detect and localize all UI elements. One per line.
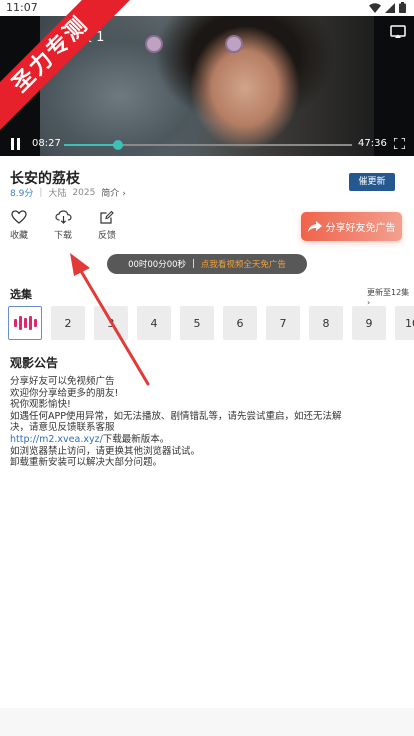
page: 11:07 荔枝 1 08:27 47:36 — [0, 0, 414, 736]
notice-title: 观影公告 — [10, 356, 59, 370]
episodes-more-link[interactable]: 更新至12集 › — [367, 287, 414, 307]
wifi-icon — [369, 2, 381, 13]
show-year: 2025 — [72, 187, 96, 198]
notice-line: 卸载重新安装可以解决大部分问题。 — [10, 457, 163, 469]
ad-timer-pill[interactable]: 00时00分00秒 | 点我看视频全天免广告 — [107, 254, 307, 274]
duration: 47:36 — [358, 138, 387, 149]
seek-progress — [64, 144, 118, 146]
episode-item[interactable]: 6 — [223, 306, 257, 340]
notice-line: 祝你观影愉快! — [10, 399, 71, 411]
episode-item[interactable]: 10 — [395, 306, 414, 340]
notice-line-link: http://m2.xvea.xyz/下载最新版本。 — [10, 434, 406, 446]
seek-handle[interactable] — [112, 140, 123, 150]
share-friends-button[interactable]: 分享好友免广告 — [301, 212, 402, 241]
favorite-button[interactable]: 收藏 — [4, 210, 34, 241]
intro-label: 简介 — [101, 189, 120, 199]
seek-bar[interactable] — [64, 140, 352, 150]
episodes-more-label: 更新至12集 — [367, 288, 410, 297]
episode-item[interactable]: 7 — [266, 306, 300, 340]
chevron-right-icon: › — [122, 189, 126, 199]
download-icon — [54, 210, 72, 224]
favorite-label: 收藏 — [9, 231, 28, 241]
show-region: 大陆 — [48, 189, 67, 199]
notice-line: 如浏览器禁止访问，请更换其他浏览器试试。 — [10, 445, 201, 457]
show-score: 8.9分 — [10, 189, 34, 199]
status-bar: 11:07 — [0, 0, 414, 16]
episode-item[interactable]: 4 — [137, 306, 171, 340]
signal-icon — [385, 2, 395, 13]
episode-list: 23456789 10 — [8, 306, 414, 342]
notice-link-suffix: 下载最新版本。 — [102, 433, 170, 445]
battery-icon — [399, 2, 406, 13]
episode-item[interactable]: 9 — [352, 306, 386, 340]
notice-line: 欢迎你分享给更多的朋友! — [10, 387, 119, 399]
episode-playing[interactable] — [8, 306, 42, 340]
share-label: 分享好友免广告 — [325, 223, 396, 234]
episode-item[interactable]: 5 — [180, 306, 214, 340]
fullscreen-icon[interactable] — [394, 138, 405, 149]
notice-line: 分享好友可以免视频广告 — [10, 376, 115, 387]
download-label: 下载 — [53, 231, 72, 241]
share-arrow-icon — [307, 221, 322, 232]
status-icons — [369, 2, 406, 13]
notice-line: 如遇任何APP使用异常，如无法播放、剧情错乱等，请先尝试重启，如还无法解 — [10, 410, 342, 422]
download-url-link[interactable]: http://m2.xvea.xyz/ — [10, 434, 103, 445]
notice-body: 分享好友可以免视频广告 欢迎你分享给更多的朋友! 祝你观影愉快! 如遇任何APP… — [10, 376, 406, 469]
player-controls: 08:27 47:36 — [0, 134, 414, 156]
status-time: 11:07 — [6, 1, 38, 14]
watch-ad-link[interactable]: 点我看视频全天免广告 — [201, 258, 286, 270]
show-title: 长安的荔枝 — [10, 171, 80, 187]
episode-item[interactable]: 2 — [51, 306, 85, 340]
episode-item[interactable]: 3 — [94, 306, 128, 340]
bottom-area — [0, 708, 414, 736]
download-button[interactable]: 下载 — [48, 210, 78, 241]
notice-line: 决，请意见反馈联系客服 — [10, 422, 115, 434]
timer-separator: | — [192, 259, 195, 269]
cast-icon[interactable] — [390, 25, 406, 39]
urge-update-button[interactable]: 催更新 — [349, 173, 395, 191]
heart-icon — [11, 210, 27, 224]
hairpin-decoration — [145, 35, 163, 53]
feedback-button[interactable]: 反馈 — [92, 210, 122, 241]
current-time: 08:27 — [32, 138, 61, 149]
hairpin-decoration — [225, 35, 243, 53]
pause-icon[interactable] — [10, 138, 22, 150]
show-meta: 8.9分 | 大陆 2025 简介 › — [10, 186, 126, 200]
episodes-header: 选集 — [10, 288, 32, 301]
intro-link[interactable]: 简介 › — [101, 186, 126, 199]
playing-bars-icon — [13, 316, 37, 330]
feedback-icon — [100, 210, 114, 224]
episode-item[interactable]: 8 — [309, 306, 343, 340]
timer-text: 00时00分00秒 — [128, 260, 187, 270]
feedback-label: 反馈 — [97, 231, 116, 241]
meta-divider: | — [39, 187, 43, 198]
